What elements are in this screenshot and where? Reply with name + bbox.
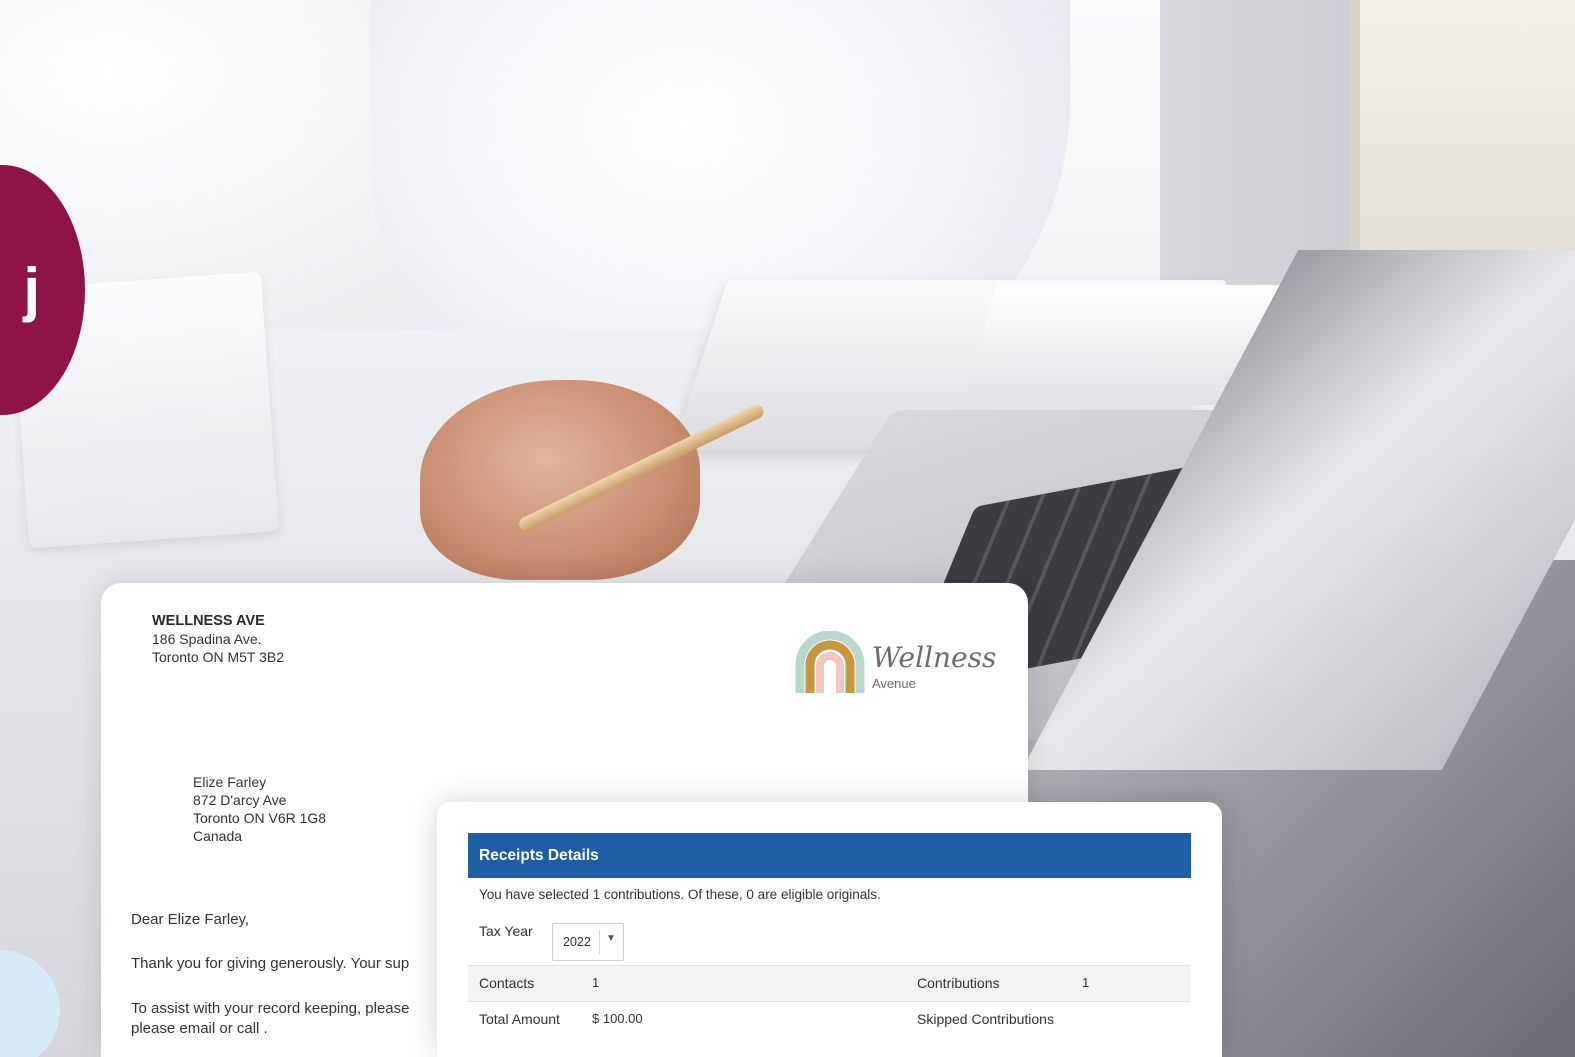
contacts-label: Contacts bbox=[479, 975, 535, 991]
receipts-details-card: Receipts Details You have selected 1 con… bbox=[437, 802, 1222, 1057]
summary-row: Total Amount $ 100.00 Skipped Contributi… bbox=[468, 1001, 1191, 1037]
select-divider bbox=[599, 930, 600, 954]
organization-name: WELLNESS AVE bbox=[152, 613, 265, 629]
logo-subtext: Avenue bbox=[872, 676, 916, 691]
letter-paragraph-line: please email or call . bbox=[131, 1020, 268, 1037]
receipts-details-panel: Receipts Details You have selected 1 con… bbox=[468, 833, 1191, 1057]
tax-year-select[interactable]: 2022 ▼ bbox=[552, 923, 624, 961]
brand-badge-glyph: j bbox=[23, 256, 40, 323]
organization-address-line: Toronto ON M5T 3B2 bbox=[152, 649, 285, 665]
tax-year-label: Tax Year bbox=[479, 923, 533, 939]
organization-logo: Wellness Avenue bbox=[794, 630, 997, 701]
selection-summary: You have selected 1 contributions. Of th… bbox=[479, 887, 881, 902]
recipient-name: Elize Farley bbox=[193, 774, 267, 790]
summary-row: Contacts 1 Contributions 1 bbox=[468, 965, 1191, 1001]
contributions-value: 1 bbox=[1082, 975, 1090, 990]
skipped-contributions-label: Skipped Contributions bbox=[917, 1011, 1054, 1027]
letter-salutation: Dear Elize Farley, bbox=[131, 911, 250, 928]
tax-year-row: Tax Year 2022 ▼ bbox=[468, 915, 1191, 965]
letter-paragraph: Thank you for giving generously. Your su… bbox=[131, 955, 410, 972]
panel-title: Receipts Details bbox=[468, 833, 1191, 878]
recipient-address-line: Toronto ON V6R 1G8 bbox=[193, 810, 327, 826]
chevron-down-icon: ▼ bbox=[606, 933, 616, 944]
total-amount-value: $ 100.00 bbox=[592, 1011, 643, 1026]
logo-wordmark: Wellness bbox=[872, 641, 997, 674]
hand bbox=[420, 380, 700, 580]
contributions-label: Contributions bbox=[917, 975, 1000, 991]
recipient-address-line: 872 D'arcy Ave bbox=[193, 792, 287, 808]
rainbow-icon bbox=[795, 630, 865, 693]
recipient-country: Canada bbox=[193, 828, 243, 844]
organization-address: WELLNESS AVE 186 Spadina Ave. Toronto ON… bbox=[152, 612, 284, 666]
recipient-address: Elize Farley 872 D'arcy Ave Toronto ON V… bbox=[193, 773, 326, 845]
contacts-value: 1 bbox=[592, 975, 600, 990]
organization-address-line: 186 Spadina Ave. bbox=[152, 631, 262, 647]
total-amount-label: Total Amount bbox=[479, 1011, 560, 1027]
tax-year-value: 2022 bbox=[563, 935, 591, 949]
letter-paragraph: To assist with your record keeping, plea… bbox=[131, 999, 409, 1039]
letter-paragraph-line: To assist with your record keeping, plea… bbox=[131, 1000, 410, 1017]
